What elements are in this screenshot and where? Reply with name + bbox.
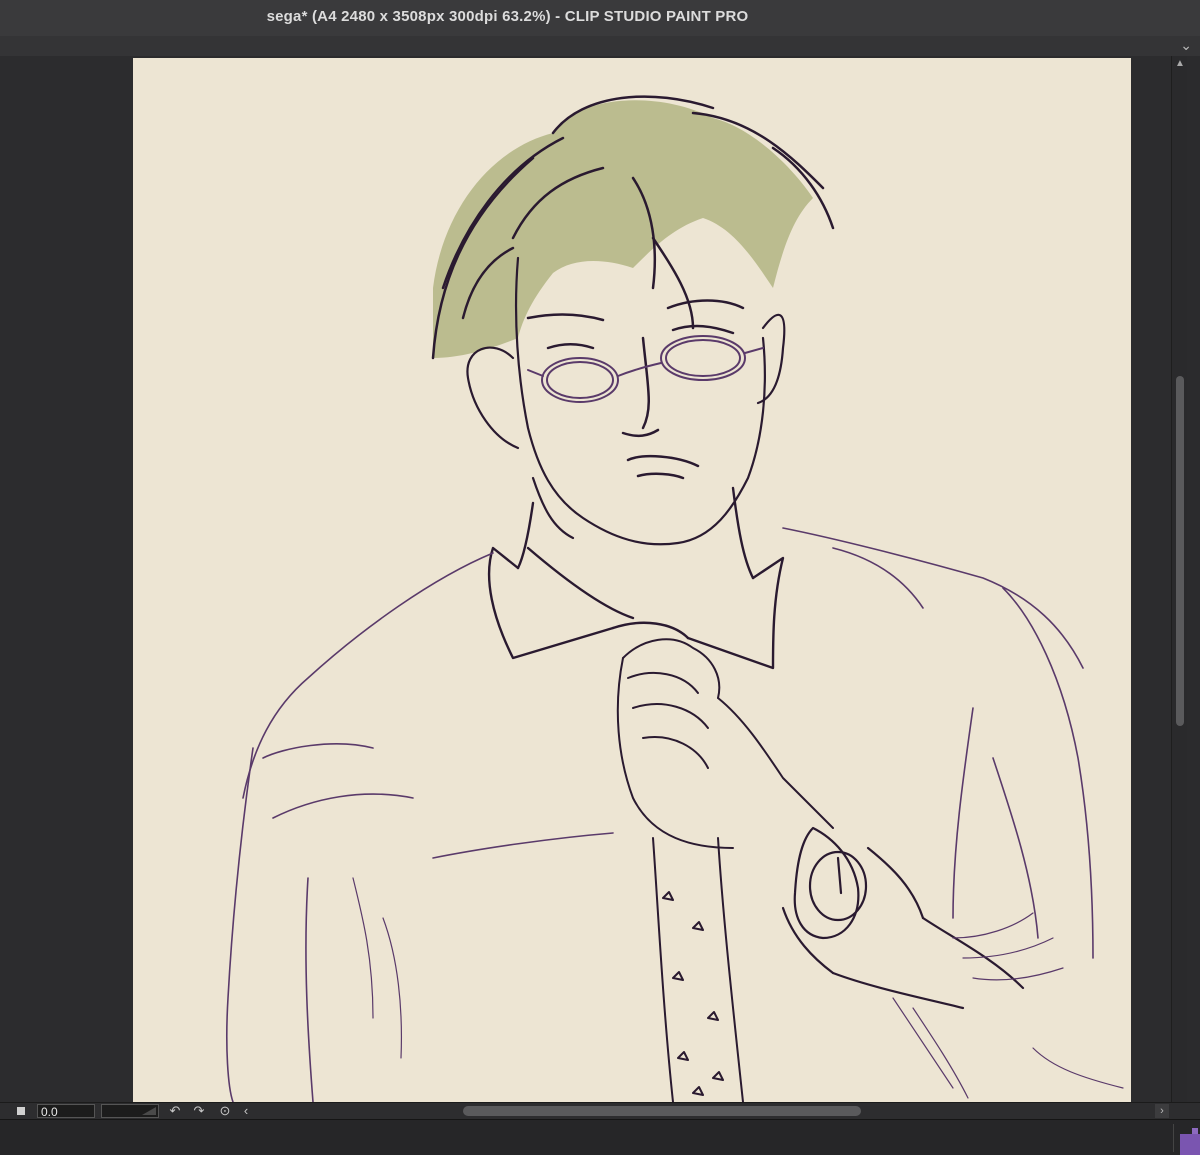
title-bar: sega* (A4 2480 x 3508px 300dpi 63.2%) - … [0,0,1200,37]
sketch-artwork [226,95,1124,1102]
canvas-right-area [1131,56,1171,1102]
scroll-right-icon[interactable]: › [1155,1104,1169,1118]
rotation-slider[interactable] [101,1104,159,1118]
hair-shape [433,100,813,359]
vertical-scroll-thumb[interactable] [1176,376,1184,726]
footer-divider [1173,1124,1174,1152]
scroll-left-icon[interactable]: ‹ [238,1103,254,1119]
footer-accent-swatch [1180,1134,1200,1155]
rotation-angle-input[interactable]: 0.0 [37,1104,95,1119]
chevron-down-icon[interactable]: ⌄ [1180,37,1192,54]
reset-rotation-icon[interactable]: ⊙ [217,1103,233,1119]
vertical-scrollbar[interactable]: ▲ [1171,56,1188,1102]
stop-icon[interactable] [17,1107,25,1115]
window-title: sega* (A4 2480 x 3508px 300dpi 63.2%) - … [266,8,749,25]
right-edge-panel [1187,56,1200,1102]
scroll-up-icon[interactable]: ▲ [1172,58,1188,69]
canvas-left-area [0,56,133,1102]
drawing-canvas[interactable] [133,58,1131,1102]
footer-panel [0,1119,1200,1155]
tab-strip: ⌄ [0,36,1200,56]
horizontal-scroll-thumb[interactable] [463,1106,861,1116]
canvas-status-bar: 0.0 ↶ ↷ ⊙ ‹ › [0,1102,1200,1119]
rotate-right-icon[interactable]: ↷ [191,1103,207,1119]
rotate-left-icon[interactable]: ↶ [167,1103,183,1119]
